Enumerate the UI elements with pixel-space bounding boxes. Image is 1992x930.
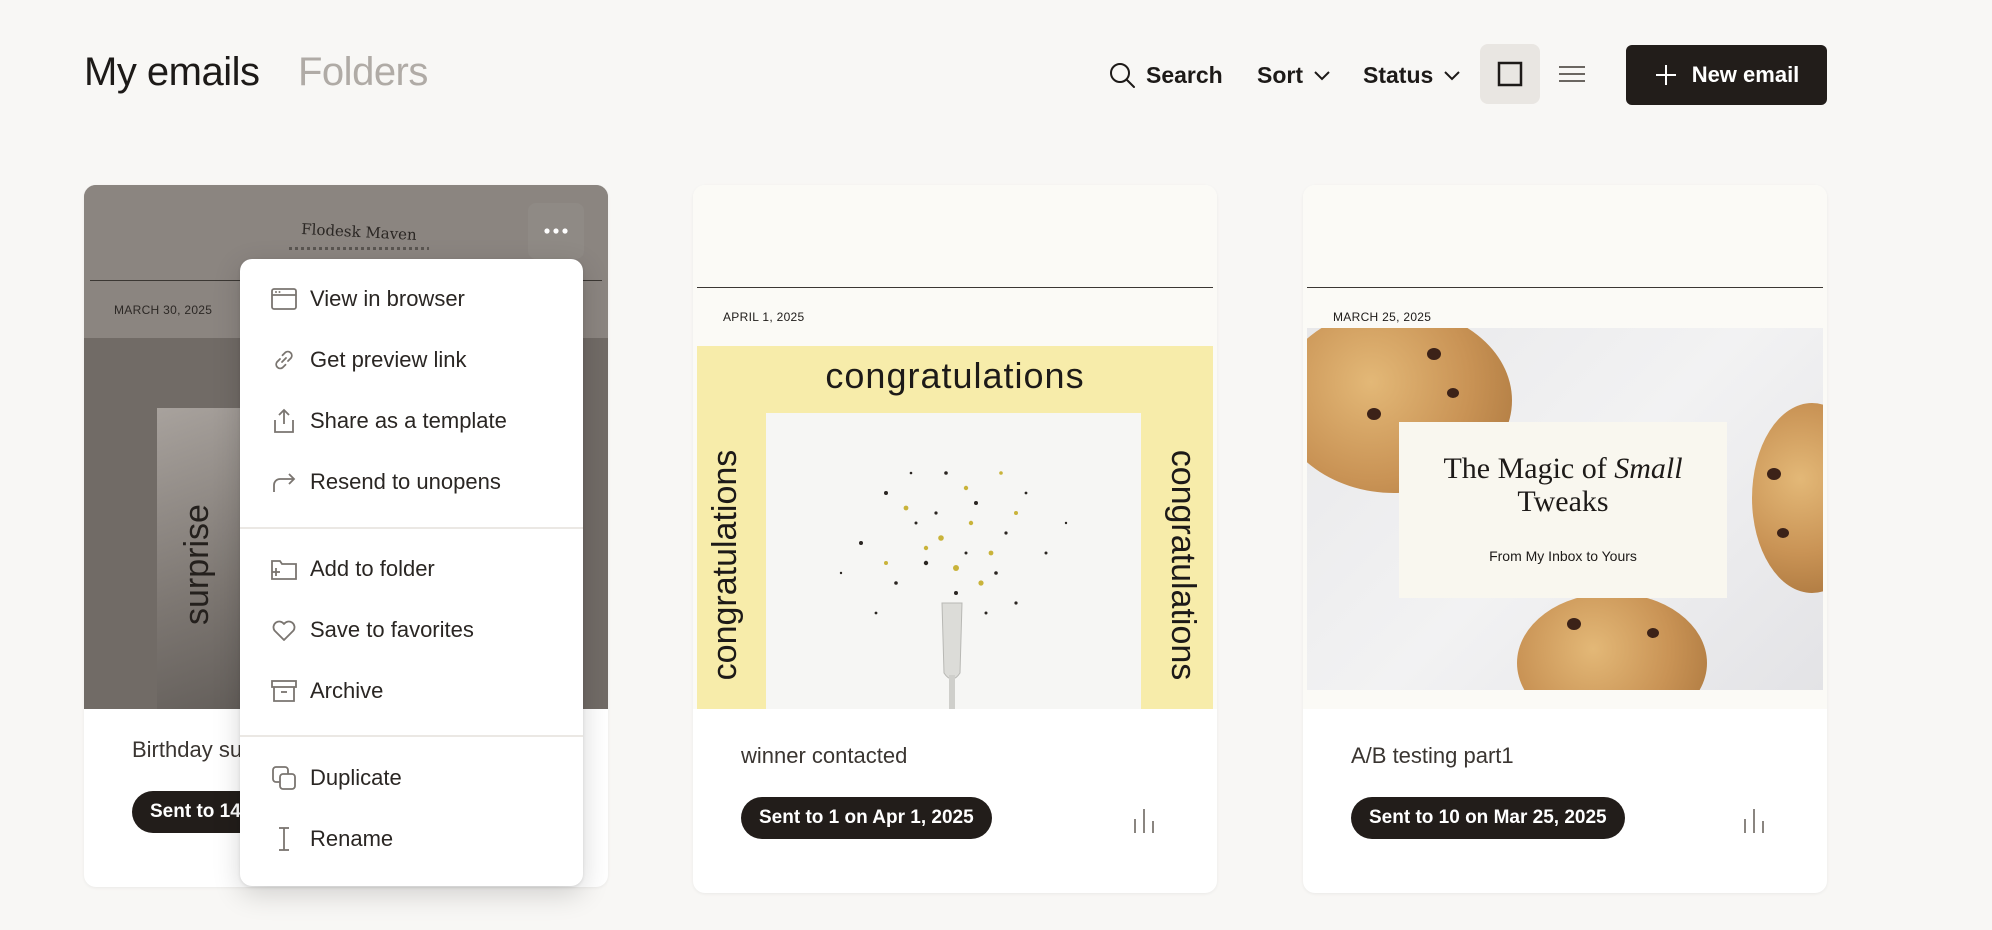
folder-plus-icon xyxy=(270,555,298,583)
resend-arrow-icon xyxy=(270,468,298,496)
email-title[interactable]: A/B testing part1 xyxy=(1351,743,1514,769)
menu-item-label: Add to folder xyxy=(310,556,435,581)
menu-item-add-to-folder[interactable]: Add to folder xyxy=(240,543,583,595)
preview-date: MARCH 25, 2025 xyxy=(1333,310,1432,324)
preview-divider xyxy=(1307,287,1823,288)
new-email-label: New email xyxy=(1691,62,1800,87)
menu-item-label: Share as a template xyxy=(310,408,507,433)
search-label: Search xyxy=(1146,61,1223,88)
preview-vertical-text-left: congratulations xyxy=(706,449,744,681)
status-label: Status xyxy=(1363,61,1434,88)
email-title[interactable]: Birthday su xyxy=(132,737,242,763)
preview-vertical-text: surprise xyxy=(178,504,216,625)
status-dropdown[interactable]: Status xyxy=(1363,56,1461,94)
menu-item-label: View in browser xyxy=(310,286,465,311)
preview-logo-tagline xyxy=(289,247,429,250)
email-card[interactable]: MARCH 25, 2025 The Magic of Small Tweaks… xyxy=(1303,185,1827,893)
preview-headline: congratulations xyxy=(825,355,1085,396)
list-view-button[interactable] xyxy=(1554,44,1590,104)
stats-bar-icon[interactable] xyxy=(1739,805,1769,835)
search-button[interactable]: Search xyxy=(1108,56,1223,94)
menu-item-label: Save to favorites xyxy=(310,617,474,642)
preview-vertical-text-right: congratulations xyxy=(1164,449,1202,681)
sent-status-badge: Sent to 1 on Apr 1, 2025 xyxy=(741,797,992,839)
sent-status-badge: Sent to 10 on Mar 25, 2025 xyxy=(1351,797,1625,839)
sort-label: Sort xyxy=(1257,61,1303,88)
share-upload-icon xyxy=(270,407,298,435)
plus-icon xyxy=(1654,63,1678,87)
preview-text-box: The Magic of Small Tweaks From My Inbox … xyxy=(1399,422,1727,598)
email-preview[interactable]: MARCH 25, 2025 The Magic of Small Tweaks… xyxy=(1303,185,1827,709)
preview-subline: From My Inbox to Yours xyxy=(1489,548,1637,564)
stats-bar-icon[interactable] xyxy=(1129,805,1159,835)
tab-folders[interactable]: Folders xyxy=(298,50,428,95)
grid-view-button[interactable] xyxy=(1480,44,1540,104)
menu-item-label: Get preview link xyxy=(310,347,467,372)
email-preview[interactable]: APRIL 1, 2025 congratulations congratula… xyxy=(693,185,1217,709)
menu-item-label: Archive xyxy=(310,678,384,703)
preview-headline: The Magic of Small Tweaks xyxy=(1443,452,1683,518)
new-email-button[interactable]: New email xyxy=(1626,45,1827,105)
ellipsis-icon xyxy=(543,227,569,235)
email-options-menu: View in browser Get preview link Share a… xyxy=(240,259,583,886)
list-lines-icon xyxy=(1558,63,1586,85)
menu-item-label: Resend to unopens xyxy=(310,469,501,494)
preview-divider xyxy=(697,287,1213,288)
preview-cookies-photo: The Magic of Small Tweaks From My Inbox … xyxy=(1307,328,1823,690)
browser-window-icon xyxy=(270,285,298,313)
email-card[interactable]: APRIL 1, 2025 congratulations congratula… xyxy=(693,185,1217,893)
search-icon xyxy=(1108,61,1136,89)
more-options-button[interactable] xyxy=(528,203,584,259)
chevron-down-icon xyxy=(1313,69,1331,81)
menu-divider xyxy=(240,735,583,737)
chevron-down-icon xyxy=(1443,69,1461,81)
preview-date: APRIL 1, 2025 xyxy=(723,310,805,324)
tab-my-emails[interactable]: My emails xyxy=(84,50,260,95)
menu-item-archive[interactable]: Archive xyxy=(240,665,583,717)
menu-item-label: Rename xyxy=(310,826,394,851)
menu-divider xyxy=(240,527,583,529)
menu-item-label: Duplicate xyxy=(310,765,402,790)
grid-square-icon xyxy=(1497,61,1523,87)
menu-item-duplicate[interactable]: Duplicate xyxy=(240,752,583,804)
menu-item-resend-to-unopens[interactable]: Resend to unopens xyxy=(240,456,583,508)
menu-item-view-in-browser[interactable]: View in browser xyxy=(240,273,583,325)
duplicate-icon xyxy=(270,764,298,792)
menu-item-rename[interactable]: Rename xyxy=(240,813,583,865)
link-icon xyxy=(270,346,298,374)
email-title[interactable]: winner contacted xyxy=(741,743,907,769)
heart-icon xyxy=(270,616,298,644)
archive-box-icon xyxy=(270,677,298,705)
menu-item-share-as-template[interactable]: Share as a template xyxy=(240,395,583,447)
menu-item-get-preview-link[interactable]: Get preview link xyxy=(240,334,583,386)
preview-confetti-photo xyxy=(766,413,1141,709)
menu-item-save-to-favorites[interactable]: Save to favorites xyxy=(240,604,583,656)
sort-dropdown[interactable]: Sort xyxy=(1257,56,1331,94)
text-cursor-icon xyxy=(270,825,298,853)
preview-date: MARCH 30, 2025 xyxy=(114,303,213,317)
